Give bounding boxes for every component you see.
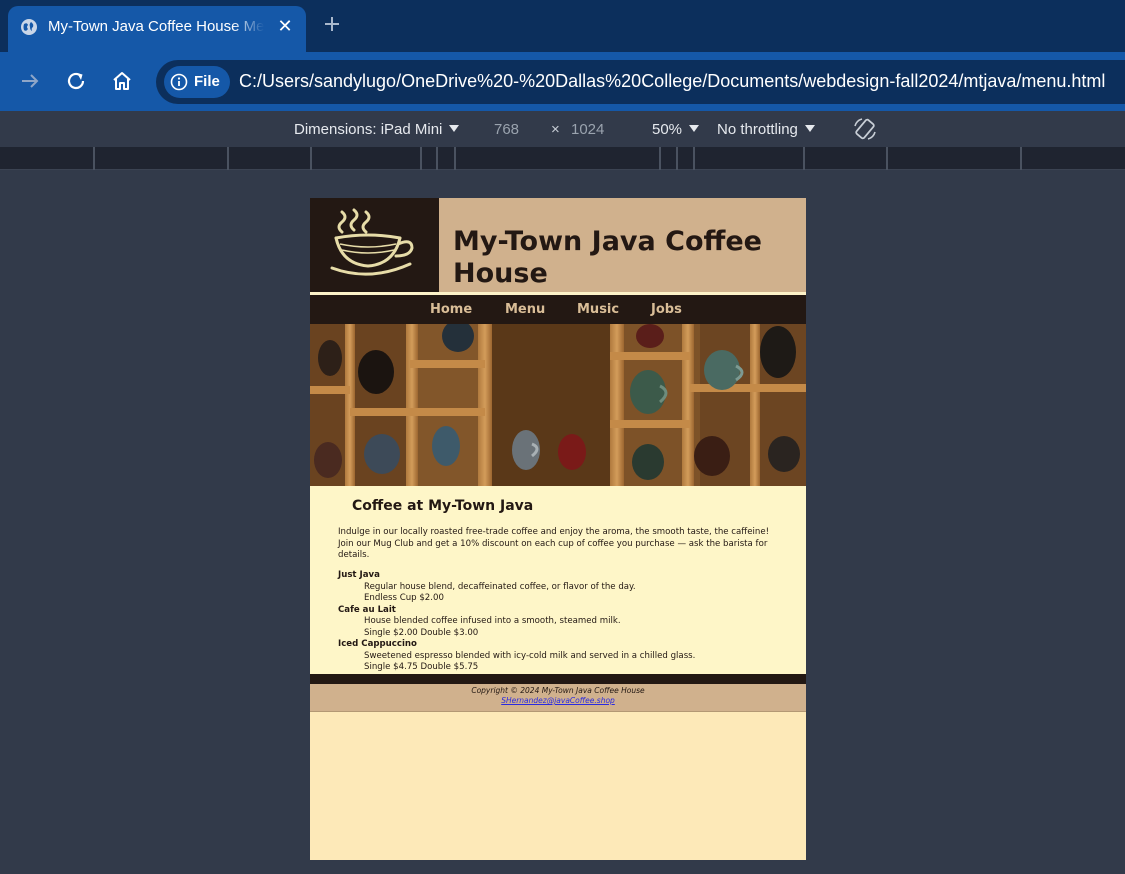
coffee-cup-logo-icon [330,208,414,276]
breakpoint-divider [659,147,661,170]
site-nav: Home Menu Music Jobs [310,295,806,324]
rotate-icon[interactable] [852,116,878,142]
close-tab-icon[interactable]: ✕ [274,16,296,38]
width-input[interactable]: 768 [494,121,519,138]
forward-arrow-icon[interactable] [18,69,42,93]
zoom-dropdown[interactable]: 50% [652,121,700,138]
menu-item-name: Cafe au Lait [338,604,396,615]
tab-strip: My-Town Java Coffee House Menu ✕ [0,0,1125,52]
breakpoint-divider [676,147,678,170]
dimensions-dropdown[interactable]: Dimensions: iPad Mini [294,121,460,138]
menu-item-description: Regular house blend, decaffeinated coffe… [364,581,636,592]
url-text[interactable]: C:/Users/sandylugo/OneDrive%20-%20Dallas… [239,71,1105,92]
caret-down-icon [449,125,460,132]
logo [310,198,439,294]
site-title: My-Town Java Coffee House [453,226,762,289]
nav-link-home[interactable]: Home [430,302,472,317]
breakpoint-divider [310,147,312,170]
menu-item-description: Sweetened espresso blended with icy-cold… [364,650,696,661]
browser-toolbar: File C:/Users/sandylugo/OneDrive%20-%20D… [0,52,1125,111]
site-header: My-Town Java Coffee House [310,198,806,295]
email-link[interactable]: SHernandez@javaCoffee.shop [501,696,615,705]
menu-item-name: Iced Cappuccino [338,639,417,649]
breakpoint-divider [1020,147,1022,170]
breakpoint-divider [93,147,95,170]
times-sign: × [551,121,560,138]
home-icon[interactable] [110,69,134,93]
menu-item-description: House blended coffee infused into a smoo… [364,616,621,626]
tab-title: My-Town Java Coffee House Menu [48,18,264,35]
menu-item-price: Endless Cup $2.00 [364,593,444,603]
intro-paragraph: Indulge in our locally roasted free-trad… [338,527,770,560]
breakpoint-divider [436,147,438,170]
plus-icon[interactable] [320,12,344,36]
emulated-viewport: My-Town Java Coffee House Home Menu Musi… [310,198,806,860]
menu-item-name: Just Java [338,570,380,580]
breakpoint-divider [886,147,888,170]
globe-icon [21,19,37,35]
media-query-bar[interactable] [0,147,1125,170]
nav-link-jobs[interactable]: Jobs [651,302,682,317]
chip-label: File [194,73,220,90]
caret-down-icon [804,125,815,132]
nav-link-menu[interactable]: Menu [505,302,545,317]
breakpoint-divider [227,147,229,170]
site-footer: Copyright © 2024 My-Town Java Coffee Hou… [310,684,806,712]
hero-image-mugs [310,324,806,486]
menu-item-price: Single $4.75 Double $5.75 [364,662,479,672]
caret-down-icon [689,125,700,132]
copyright-text: Copyright © 2024 My-Town Java Coffee Hou… [471,686,645,695]
reload-icon[interactable] [64,69,88,93]
address-bar[interactable]: File C:/Users/sandylugo/OneDrive%20-%20D… [156,60,1125,104]
nav-link-music[interactable]: Music [577,302,619,317]
breakpoint-divider [454,147,456,170]
site-info-chip[interactable]: File [164,66,230,98]
menu-item-price: Single $2.00 Double $3.00 [364,627,479,638]
height-input[interactable]: 1024 [571,121,604,138]
breakpoint-divider [693,147,695,170]
breakpoint-divider [803,147,805,170]
device-toolbar: Dimensions: iPad Mini 768 × 1024 50% No … [0,112,1125,147]
throttling-dropdown[interactable]: No throttling [717,121,815,138]
main-content: Coffee at My-Town Java Indulge in our lo… [310,486,806,674]
browser-tab[interactable]: My-Town Java Coffee House Menu ✕ [8,6,306,52]
menu-list: Just Java Regular house blend, decaffein… [338,570,786,674]
footer-band [310,674,806,684]
info-icon [170,73,188,91]
breakpoint-divider [420,147,422,170]
page-heading: Coffee at My-Town Java [352,498,534,514]
